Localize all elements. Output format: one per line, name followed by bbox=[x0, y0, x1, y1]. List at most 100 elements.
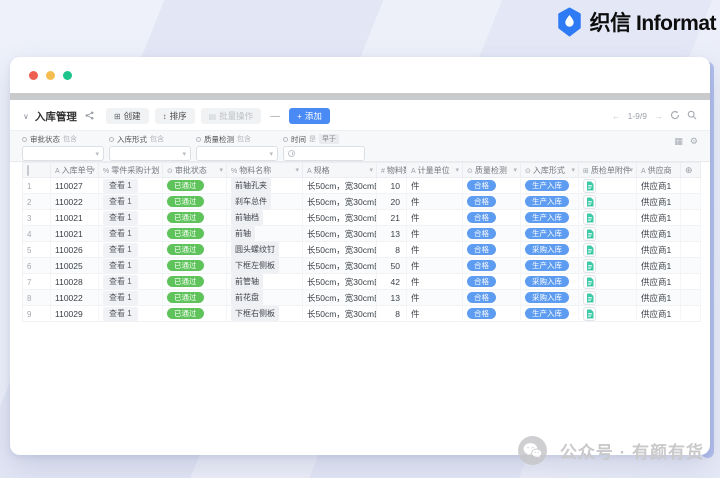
order-no-cell: 110026 bbox=[51, 242, 99, 258]
share-icon[interactable] bbox=[85, 111, 94, 122]
view-plan-button[interactable]: 查看 1 bbox=[103, 179, 138, 193]
col-purchase-plan[interactable]: 零件采购计划▾ bbox=[99, 163, 163, 178]
layout-grid-icon[interactable]: ▦ bbox=[674, 136, 683, 147]
view-plan-button[interactable]: 查看 1 bbox=[103, 291, 138, 305]
approval-status-badge: 已通过 bbox=[167, 180, 204, 192]
plan-cell: 查看 1 bbox=[99, 194, 163, 210]
column-menu-chevron-icon[interactable]: ▾ bbox=[91, 166, 95, 174]
close-window-dot[interactable] bbox=[29, 71, 38, 80]
attachment-file-icon[interactable] bbox=[583, 307, 596, 321]
column-menu-chevron-icon[interactable]: ▾ bbox=[369, 166, 373, 174]
column-menu-chevron-icon[interactable]: ▾ bbox=[219, 166, 223, 174]
row-filler-cell bbox=[681, 306, 701, 322]
create-button[interactable]: ⊞ 创建 bbox=[106, 108, 149, 124]
add-record-label: 添加 bbox=[305, 110, 322, 122]
col-supplier[interactable]: 供应商 bbox=[637, 163, 681, 178]
column-menu-chevron-icon[interactable]: ▾ bbox=[455, 166, 459, 174]
sort-button[interactable]: ↕ 排序 bbox=[155, 108, 195, 124]
select-field-icon bbox=[167, 168, 173, 175]
attachment-file-icon[interactable] bbox=[583, 195, 596, 209]
col-quality-check[interactable]: 质量检测▾ bbox=[463, 163, 521, 178]
next-page-arrow-icon[interactable]: → bbox=[654, 111, 663, 121]
qc-cell: 合格 bbox=[463, 226, 521, 242]
chevron-down-icon: ▾ bbox=[269, 150, 273, 158]
col-order-no[interactable]: 入库单号▾ bbox=[51, 163, 99, 178]
column-menu-chevron-icon[interactable]: ▾ bbox=[399, 166, 403, 174]
view-plan-button[interactable]: 查看 1 bbox=[103, 307, 138, 321]
add-record-button[interactable]: + 添加 bbox=[289, 108, 330, 124]
select-all-checkbox[interactable] bbox=[27, 165, 29, 176]
column-menu-chevron-icon[interactable]: ▾ bbox=[571, 166, 575, 174]
attachment-file-icon[interactable] bbox=[583, 259, 596, 273]
batch-actions-button[interactable]: ▤ 批量操作 bbox=[201, 108, 262, 124]
attachment-file-icon[interactable] bbox=[583, 291, 596, 305]
row-index-cell: 3 bbox=[23, 210, 51, 226]
view-plan-button[interactable]: 查看 1 bbox=[103, 211, 138, 225]
table-row: 5110026查看 1已通过圆头螺纹钉长50cm，宽30cm的SY18件合格采购… bbox=[23, 242, 701, 258]
column-menu-chevron-icon[interactable]: ▾ bbox=[295, 166, 299, 174]
qc-status-badge: 合格 bbox=[467, 228, 496, 240]
col-material-name[interactable]: 物料名称▾ bbox=[227, 163, 303, 178]
filter-time-input[interactable] bbox=[283, 146, 365, 161]
column-menu-chevron-icon[interactable]: ▾ bbox=[629, 166, 633, 174]
view-plan-button[interactable]: 查看 1 bbox=[103, 259, 138, 273]
select-field-icon bbox=[467, 168, 473, 175]
prev-page-arrow-icon[interactable]: ← bbox=[612, 111, 621, 121]
col-approval-status[interactable]: 审批状态▾ bbox=[163, 163, 227, 178]
view-plan-button[interactable]: 查看 1 bbox=[103, 243, 138, 257]
toolbar-divider-dash[interactable]: — bbox=[270, 111, 280, 122]
field-type-icon bbox=[22, 137, 27, 142]
material-name-tag: 前轴 bbox=[231, 226, 255, 241]
attachment-file-icon[interactable] bbox=[583, 243, 596, 257]
order-no-cell: 110022 bbox=[51, 290, 99, 306]
add-column-icon[interactable] bbox=[685, 168, 693, 175]
row-index: 2 bbox=[27, 198, 31, 207]
row-index-cell: 7 bbox=[23, 274, 51, 290]
add-column-cell[interactable] bbox=[681, 163, 701, 178]
qc-cell: 合格 bbox=[463, 210, 521, 226]
inbound-form-badge: 生产入库 bbox=[525, 228, 569, 240]
order-no-cell: 110027 bbox=[51, 178, 99, 194]
row-filler-cell bbox=[681, 258, 701, 274]
view-collapse-chevron-icon[interactable]: ∨ bbox=[23, 112, 29, 121]
attachment-field-icon bbox=[583, 168, 589, 175]
gear-icon[interactable]: ⚙ bbox=[690, 136, 698, 147]
window-titlebar bbox=[10, 57, 710, 93]
attachment-file-icon[interactable] bbox=[583, 227, 596, 241]
filter-inbound-form: 入库形式 包含 ▾ bbox=[109, 134, 191, 161]
material-name-tag: 前花盘 bbox=[231, 290, 263, 305]
supplier-value: 供应商1 bbox=[641, 197, 671, 207]
view-plan-button[interactable]: 查看 1 bbox=[103, 195, 138, 209]
column-menu-chevron-icon[interactable]: ▾ bbox=[513, 166, 517, 174]
filter-quality-select[interactable]: ▾ bbox=[196, 146, 278, 161]
attachment-file-icon[interactable] bbox=[583, 179, 596, 193]
plan-cell: 查看 1 bbox=[99, 210, 163, 226]
supplier-cell: 供应商1 bbox=[637, 306, 681, 322]
filter-operator: 包含 bbox=[63, 134, 77, 144]
attachment-file-icon[interactable] bbox=[583, 275, 596, 289]
col-spec[interactable]: 规格▾ bbox=[303, 163, 377, 178]
refresh-icon[interactable] bbox=[670, 110, 680, 123]
col-unit[interactable]: 计量单位▾ bbox=[407, 163, 463, 178]
minimize-window-dot[interactable] bbox=[46, 71, 55, 80]
attachment-file-icon[interactable] bbox=[583, 211, 596, 225]
col-qty[interactable]: 物料数量▾ bbox=[377, 163, 407, 178]
create-button-label: 创建 bbox=[124, 110, 141, 122]
row-index: 8 bbox=[27, 294, 31, 303]
sort-arrows-icon: ↕ bbox=[163, 112, 167, 121]
filter-approval-select[interactable]: ▾ bbox=[22, 146, 104, 161]
maximize-window-dot[interactable] bbox=[63, 71, 72, 80]
qc-status-badge: 合格 bbox=[467, 180, 496, 192]
qty-value: 21 bbox=[381, 213, 402, 223]
column-menu-chevron-icon[interactable]: ▾ bbox=[155, 166, 159, 174]
col-inbound-form[interactable]: 入库形式▾ bbox=[521, 163, 579, 178]
row-index-cell: 1 bbox=[23, 178, 51, 194]
search-icon[interactable] bbox=[687, 110, 697, 123]
view-plan-button[interactable]: 查看 1 bbox=[103, 227, 138, 241]
view-plan-button[interactable]: 查看 1 bbox=[103, 275, 138, 289]
filter-inbound-form-select[interactable]: ▾ bbox=[109, 146, 191, 161]
col-qc-attachment[interactable]: 质检单附件▾ bbox=[579, 163, 637, 178]
material-cell: 圆头螺纹钉 bbox=[227, 242, 303, 258]
plan-cell: 查看 1 bbox=[99, 258, 163, 274]
spec-text: 长50cm，宽30cm的SY1 bbox=[307, 181, 377, 191]
